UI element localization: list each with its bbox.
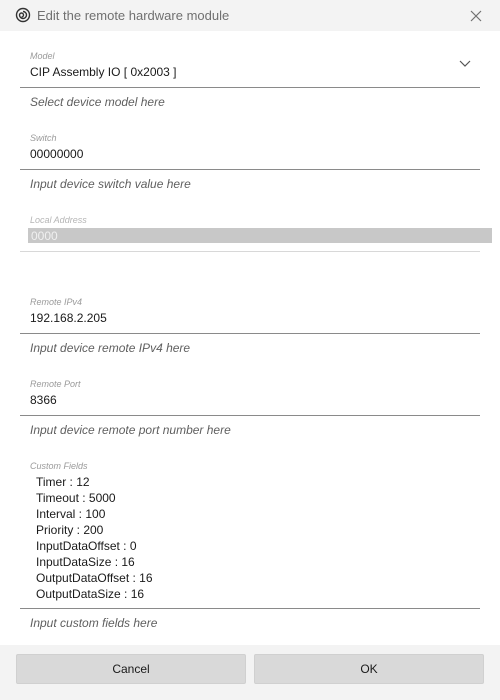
remote-ipv4-label: Remote IPv4 <box>30 297 83 307</box>
remote-port-underline <box>20 415 480 416</box>
custom-field-item: InputDataOffset : 0 <box>36 539 137 553</box>
switch-hint: Input device switch value here <box>30 177 191 191</box>
local-address-value: 0000 <box>31 229 58 243</box>
close-icon[interactable] <box>466 6 486 26</box>
remote-ipv4-field[interactable]: Remote IPv4 192.168.2.205 Input device r… <box>20 294 480 358</box>
custom-field-item: InputDataSize : 16 <box>36 555 135 569</box>
chevron-down-icon[interactable] <box>458 59 472 69</box>
custom-field-item: OutputDataOffset : 16 <box>36 571 153 585</box>
remote-ipv4-underline <box>20 333 480 334</box>
switch-underline <box>20 169 480 170</box>
remote-port-hint: Input device remote port number here <box>30 423 231 437</box>
custom-field-item: Interval : 100 <box>36 507 106 521</box>
switch-label: Switch <box>30 133 57 143</box>
custom-fields-label: Custom Fields <box>30 461 88 471</box>
custom-field-item: Timeout : 5000 <box>36 491 116 505</box>
custom-field-item: Timer : 12 <box>36 475 90 489</box>
remote-port-input[interactable]: 8366 <box>30 393 57 407</box>
local-address-underline <box>20 251 480 252</box>
custom-field-item: Priority : 200 <box>36 523 104 537</box>
remote-ipv4-hint: Input device remote IPv4 here <box>30 341 191 355</box>
custom-fields-hint: Input custom fields here <box>30 616 158 630</box>
local-address-input: 0000 <box>28 228 492 243</box>
model-label: Model <box>30 51 55 61</box>
cancel-button[interactable]: Cancel <box>16 654 246 684</box>
switch-field[interactable]: Switch 00000000 Input device switch valu… <box>20 130 480 194</box>
local-address-field: Local Address 0000 <box>20 212 492 252</box>
custom-fields-underline <box>20 608 480 609</box>
window-title: Edit the remote hardware module <box>37 8 230 23</box>
remote-port-field[interactable]: Remote Port 8366 Input device remote por… <box>20 376 480 440</box>
title-bar: Edit the remote hardware module <box>0 0 500 31</box>
remote-ipv4-input[interactable]: 192.168.2.205 <box>30 311 107 325</box>
ok-button[interactable]: OK <box>254 654 484 684</box>
spiral-icon <box>15 7 31 23</box>
model-underline <box>20 87 480 88</box>
model-field[interactable]: Model CIP Assembly IO [ 0x2003 ] Select … <box>20 48 480 112</box>
switch-input[interactable]: 00000000 <box>30 147 83 161</box>
remote-port-label: Remote Port <box>30 379 81 389</box>
custom-fields-textarea[interactable]: Timer : 12 Timeout : 5000 Interval : 100… <box>36 474 153 602</box>
custom-field-item: OutputDataSize : 16 <box>36 587 145 601</box>
local-address-label: Local Address <box>30 215 87 225</box>
model-hint: Select device model here <box>30 95 165 109</box>
model-select[interactable]: CIP Assembly IO [ 0x2003 ] <box>30 65 177 79</box>
dialog-footer: Cancel OK <box>0 645 500 700</box>
